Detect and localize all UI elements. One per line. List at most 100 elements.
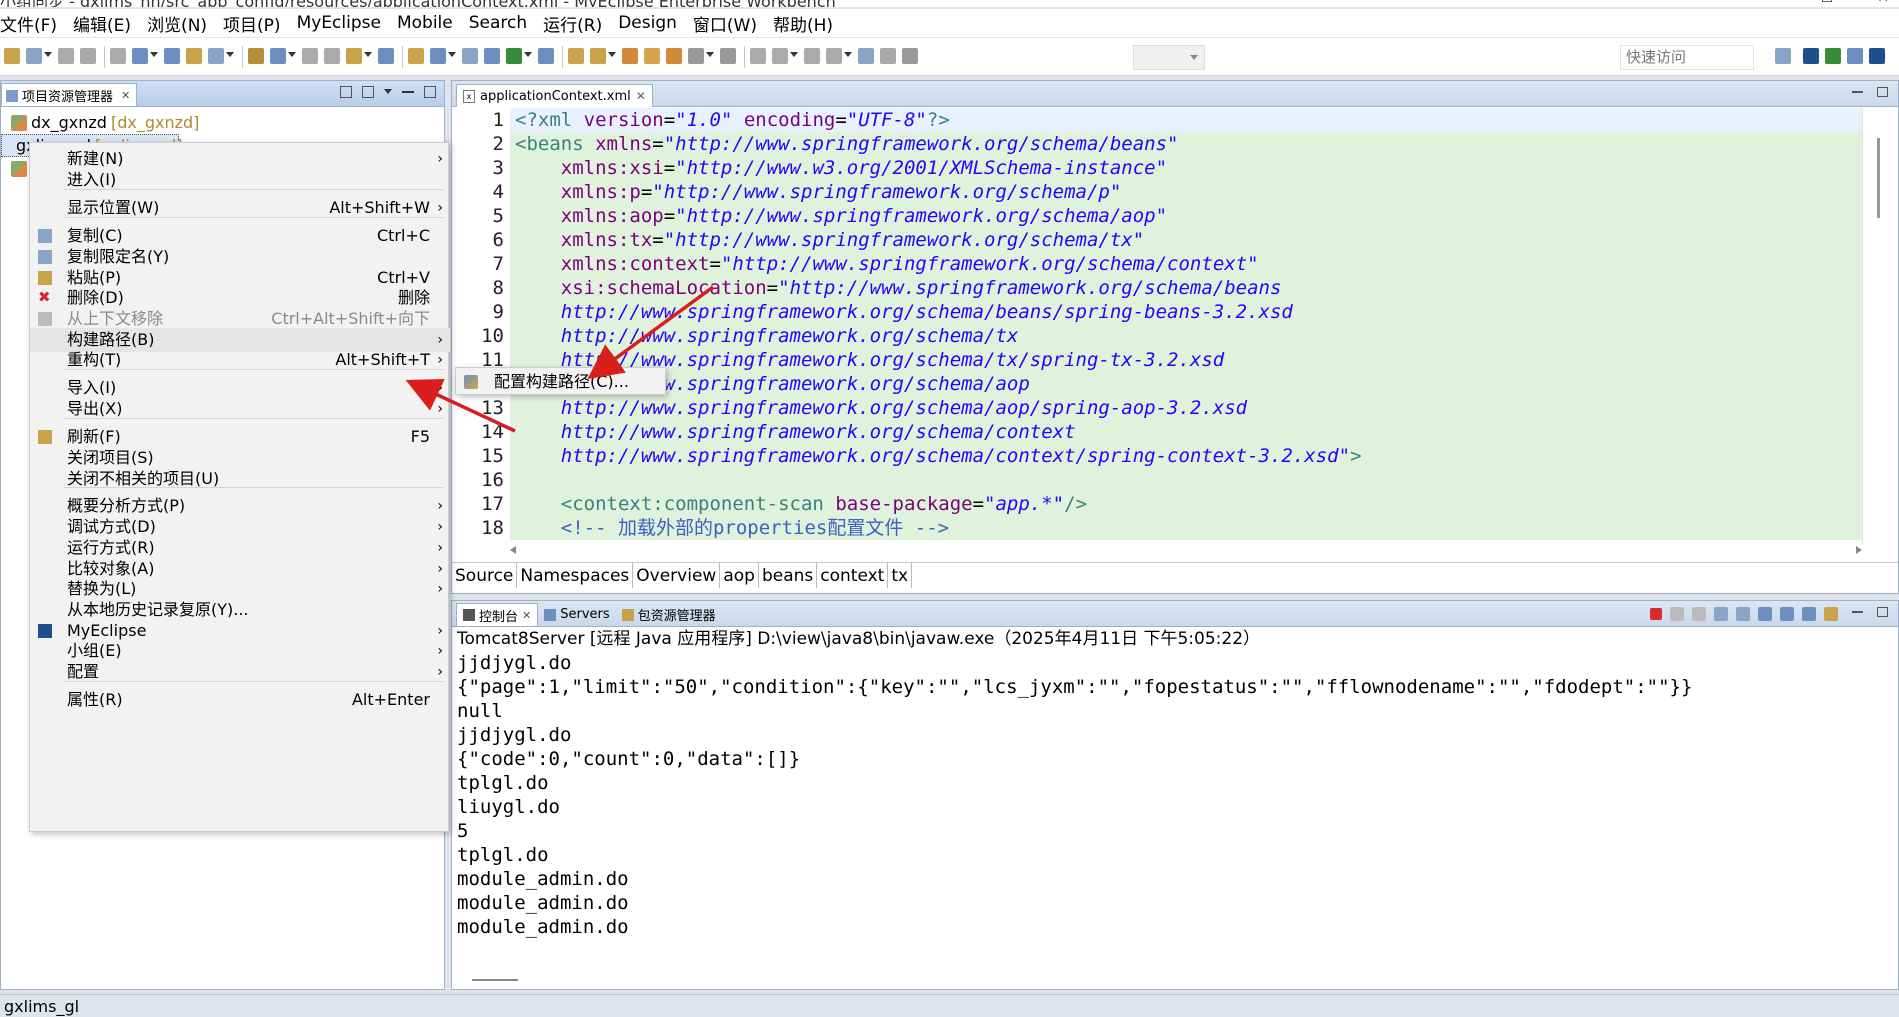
menu-item[interactable]: Design [610, 13, 685, 33]
perspective-icon[interactable] [1775, 48, 1791, 64]
editor-tab-beans[interactable]: beans [759, 563, 818, 588]
quick-access-input[interactable] [1620, 45, 1754, 70]
minimize-view-icon[interactable] [402, 91, 414, 93]
toolbar-dropdown-icon[interactable] [524, 52, 532, 57]
vertical-scrollbar[interactable] [1862, 108, 1898, 544]
toolbar-icon[interactable] [26, 48, 42, 64]
toolbar-icon[interactable] [720, 48, 736, 64]
toolbar-icon[interactable] [622, 48, 638, 64]
maximize-console-icon[interactable] [1877, 607, 1888, 617]
toolbar-icon[interactable] [324, 48, 340, 64]
menu-item[interactable]: Mobile [389, 13, 461, 33]
toolbar-icon[interactable] [772, 48, 788, 64]
toolbar-dropdown-icon[interactable] [288, 52, 296, 57]
display-console-icon[interactable] [1802, 607, 1816, 621]
perspective-icon[interactable] [1803, 48, 1819, 64]
toolbar-icon[interactable] [208, 48, 224, 64]
toolbar-icon[interactable] [4, 48, 20, 64]
toolbar-icon[interactable] [858, 48, 874, 64]
toolbar-dropdown-icon[interactable] [44, 52, 52, 57]
console-tab[interactable]: Servers [538, 603, 615, 626]
remove-all-icon[interactable] [1692, 607, 1706, 621]
toolbar-icon[interactable] [80, 48, 96, 64]
toolbar-icon[interactable] [462, 48, 478, 64]
toolbar-dropdown-icon[interactable] [608, 52, 616, 57]
menu-item[interactable]: 运行(R) [535, 11, 610, 36]
toolbar-dropdown-icon[interactable] [790, 52, 798, 57]
word-wrap-icon[interactable] [1758, 607, 1772, 621]
editor-tab-tx[interactable]: tx [888, 563, 913, 588]
editor-tab-overview[interactable]: Overview [633, 563, 721, 588]
maximize-window-button[interactable]: ☐ [1821, 0, 1834, 6]
terminate-icon[interactable] [1650, 608, 1662, 620]
toolbar-icon[interactable] [346, 48, 362, 64]
minimize-editor-icon[interactable] [1852, 91, 1863, 93]
toolbar-icon[interactable] [248, 48, 264, 64]
scroll-lock-icon[interactable] [1736, 607, 1750, 621]
minimize-window-button[interactable]: — [1763, 0, 1777, 6]
toolbar-icon[interactable] [302, 48, 318, 64]
toolbar-dropdown-icon[interactable] [364, 52, 372, 57]
toolbar-dropdown-icon[interactable] [226, 52, 234, 57]
tree-item-project[interactable]: dx_gxnzd [dx_gxnzd] [1, 111, 444, 134]
maximize-editor-icon[interactable] [1877, 87, 1888, 97]
toolbar-icon[interactable] [538, 48, 554, 64]
toolbar-combo[interactable] [1133, 45, 1205, 70]
toolbar-icon[interactable] [378, 48, 394, 64]
tab-project-explorer[interactable]: 项目资源管理器 ✕ [1, 83, 138, 106]
toolbar-icon[interactable] [186, 48, 202, 64]
maximize-view-icon[interactable] [424, 86, 436, 98]
editor-tab-aop[interactable]: aop [720, 563, 759, 588]
menu-item[interactable]: 帮助(H) [765, 11, 841, 36]
toolbar-icon[interactable] [750, 48, 766, 64]
console-tab[interactable]: 包资源管理器 [616, 603, 722, 626]
toolbar-icon[interactable] [164, 48, 180, 64]
toolbar-dropdown-icon[interactable] [150, 52, 158, 57]
toolbar-icon[interactable] [826, 48, 842, 64]
toolbar-dropdown-icon[interactable] [706, 52, 714, 57]
menu-item[interactable]: 编辑(E) [65, 11, 139, 36]
toolbar-icon[interactable] [110, 48, 126, 64]
editor-tab-context[interactable]: context [817, 563, 889, 588]
link-editor-icon[interactable] [362, 86, 374, 98]
console-hscroll[interactable] [472, 979, 518, 981]
editor-tab-source[interactable]: Source [452, 563, 518, 588]
perspective-icon[interactable] [1847, 48, 1863, 64]
toolbar-icon[interactable] [484, 48, 500, 64]
menu-item[interactable]: 文件(F) [0, 11, 65, 36]
perspective-icon[interactable] [1825, 48, 1841, 64]
view-menu-icon[interactable] [384, 89, 392, 94]
toolbar-icon[interactable] [590, 48, 606, 64]
collapse-all-icon[interactable] [340, 86, 352, 98]
toolbar-icon[interactable] [880, 48, 896, 64]
toolbar-icon[interactable] [270, 48, 286, 64]
code-area[interactable]: 1 <?xml version="1.0" encoding="UTF-8"?> 2… [452, 108, 1862, 544]
configure-build-path-item[interactable]: 配置构建路径(C)... [456, 370, 665, 394]
menu-item[interactable]: 浏览(N) [139, 11, 215, 36]
pin-console-icon[interactable] [1780, 607, 1794, 621]
toolbar-dropdown-icon[interactable] [448, 52, 456, 57]
close-icon[interactable]: ✕ [636, 89, 646, 103]
clear-console-icon[interactable] [1714, 607, 1728, 621]
menu-item[interactable]: 项目(P) [215, 11, 289, 36]
toolbar-icon[interactable] [902, 48, 918, 64]
toolbar-icon[interactable] [430, 48, 446, 64]
toolbar-icon[interactable] [688, 48, 704, 64]
toolbar-icon[interactable] [804, 48, 820, 64]
menu-item[interactable]: 窗口(W) [685, 11, 765, 36]
toolbar-icon[interactable] [666, 48, 682, 64]
toolbar-icon[interactable] [644, 48, 660, 64]
console-tab[interactable]: 控制台 ✕ [456, 603, 539, 626]
close-icon[interactable]: ✕ [121, 89, 130, 102]
close-icon[interactable]: ✕ [522, 609, 531, 622]
tab-applicationcontext-xml[interactable]: x applicationContext.xml ✕ [456, 84, 653, 107]
menu-item[interactable]: Search [461, 13, 535, 33]
toolbar-dropdown-icon[interactable] [844, 52, 852, 57]
open-console-icon[interactable] [1824, 607, 1838, 621]
toolbar-icon[interactable] [506, 48, 522, 64]
toolbar-icon[interactable] [408, 48, 424, 64]
menu-item[interactable]: MyEclipse [289, 13, 389, 33]
editor-tab-namespaces[interactable]: Namespaces [517, 563, 634, 588]
perspective-icon[interactable] [1869, 48, 1885, 64]
remove-launch-icon[interactable] [1670, 607, 1684, 621]
